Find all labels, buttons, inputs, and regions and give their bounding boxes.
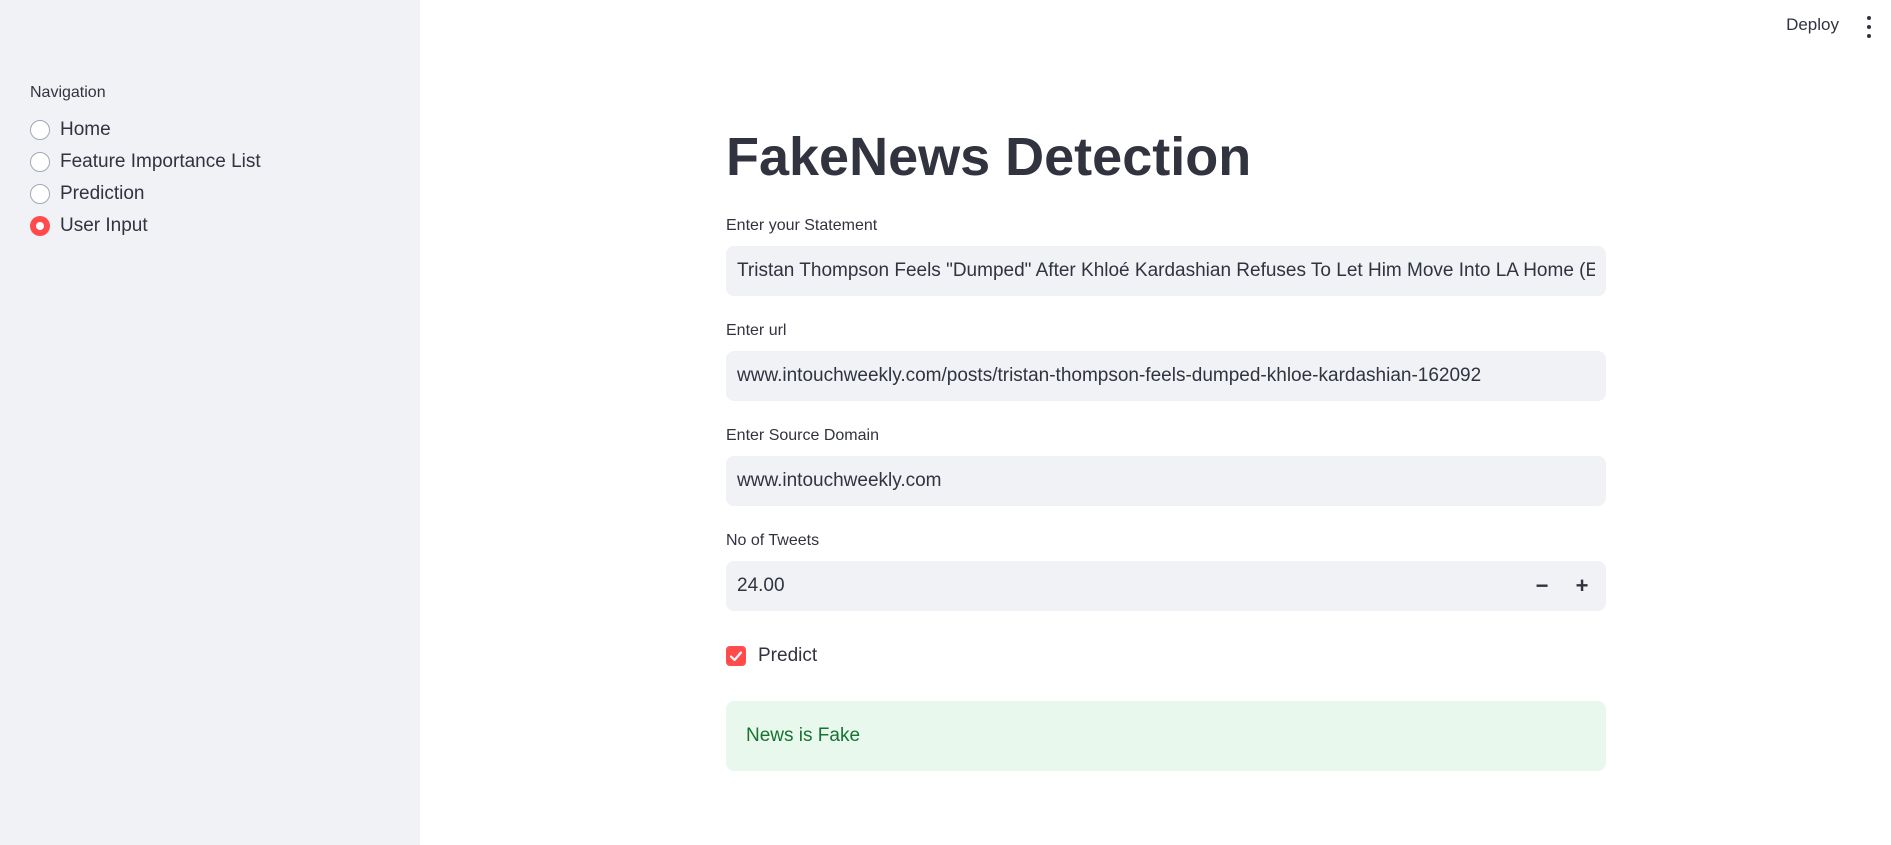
deploy-button[interactable]: Deploy xyxy=(1786,15,1839,35)
nav-radio-label: Home xyxy=(60,119,111,140)
decrement-button[interactable]: − xyxy=(1522,561,1562,611)
url-label: Enter url xyxy=(726,322,787,339)
nav-radio-label: User Input xyxy=(60,215,148,236)
navigation-radio-group: Home Feature Importance List Prediction … xyxy=(30,114,261,242)
source-domain-label: Enter Source Domain xyxy=(726,427,879,444)
source-domain-input[interactable] xyxy=(726,456,1606,506)
nav-radio-prediction[interactable]: Prediction xyxy=(30,178,261,210)
nav-radio-feature-importance-list[interactable]: Feature Importance List xyxy=(30,146,261,178)
prediction-result-alert: News is Fake xyxy=(726,701,1606,771)
radio-button-icon[interactable] xyxy=(30,152,50,172)
predict-checkbox-row[interactable]: Predict xyxy=(726,645,817,667)
tweets-input[interactable] xyxy=(726,561,1506,611)
prediction-result-text: News is Fake xyxy=(746,725,861,746)
menu-dot xyxy=(1867,25,1871,29)
increment-button[interactable]: + xyxy=(1562,561,1602,611)
tweets-label: No of Tweets xyxy=(726,532,820,549)
app-window: Navigation Home Feature Importance List … xyxy=(0,0,1891,845)
statement-label: Enter your Statement xyxy=(726,217,878,234)
tweets-number-field: − + xyxy=(726,561,1606,611)
url-input[interactable] xyxy=(726,351,1606,401)
statement-input[interactable] xyxy=(726,246,1606,296)
nav-radio-label: Prediction xyxy=(60,183,145,204)
radio-button-icon[interactable] xyxy=(30,184,50,204)
nav-radio-label: Feature Importance List xyxy=(60,151,261,172)
navigation-label: Navigation xyxy=(30,84,106,101)
radio-button-selected-icon[interactable] xyxy=(30,216,50,236)
nav-radio-home[interactable]: Home xyxy=(30,114,261,146)
menu-dot xyxy=(1867,34,1871,38)
nav-radio-user-input[interactable]: User Input xyxy=(30,210,261,242)
menu-dot xyxy=(1867,16,1871,20)
more-vertical-icon[interactable] xyxy=(1865,16,1873,38)
radio-button-icon[interactable] xyxy=(30,120,50,140)
sidebar: Navigation Home Feature Importance List … xyxy=(0,0,420,845)
page-title: FakeNews Detection xyxy=(726,127,1252,187)
predict-checkbox-label: Predict xyxy=(758,645,818,666)
checkbox-checked-icon[interactable] xyxy=(726,646,746,666)
checkmark-icon xyxy=(729,651,743,662)
